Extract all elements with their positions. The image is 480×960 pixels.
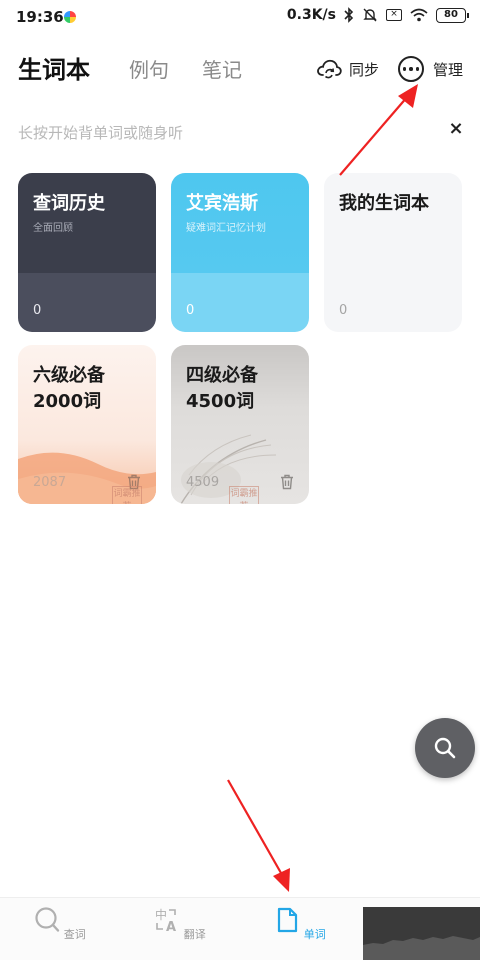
tab-vocabulary-book[interactable]: 生词本 <box>18 50 90 85</box>
card-title-line2: 2000词 <box>33 391 102 412</box>
tab-example-sentences[interactable]: 例句 <box>129 54 169 83</box>
nav-label: 翻译 <box>183 928 206 941</box>
overlay-thumbnail <box>363 907 480 960</box>
search-icon <box>35 907 60 932</box>
recommend-stamp: 词霸推荐 <box>112 486 142 504</box>
annotation-arrowhead-words <box>273 868 290 892</box>
header: 生词本 例句 笔记 同步 管理 <box>0 48 480 92</box>
annotation-arrow-words <box>227 779 282 874</box>
manage-label: 管理 <box>433 60 464 79</box>
card-title-line2: 4500词 <box>186 391 255 412</box>
card-title-line1: 四级必备 <box>186 365 258 386</box>
nav-item-translate[interactable]: 中 A 翻译 <box>140 906 220 942</box>
card-word-count: 4509 <box>186 475 220 490</box>
recommend-stamp: 词霸推荐 <box>229 486 259 504</box>
card-lookup-history[interactable]: 查词历史 全面回顾 0 <box>18 173 156 332</box>
nav-label: 查词 <box>63 928 86 941</box>
sim-card-icon: × <box>386 9 402 21</box>
annotation-arrow-manage <box>339 95 409 176</box>
status-bar: 19:36 0.3K/s × 80 <box>0 0 480 34</box>
card-title: 我的生词本 <box>339 193 429 214</box>
status-indicators: 0.3K/s × 80 <box>286 7 469 23</box>
floating-search-button[interactable] <box>415 718 475 778</box>
search-icon <box>434 737 456 759</box>
tip-text: 长按开始背单词或随身听 <box>18 124 184 142</box>
card-title: 艾宾浩斯 <box>186 193 258 214</box>
nav-item-lookup[interactable]: 查词 <box>20 906 100 942</box>
manage-button[interactable]: 管理 <box>398 56 463 82</box>
more-options-icon <box>398 56 424 82</box>
wifi-icon <box>410 8 428 22</box>
bluetooth-icon <box>344 7 354 23</box>
card-word-count: 0 <box>339 303 348 318</box>
mute-bell-icon <box>363 8 377 22</box>
cloud-sync-icon <box>317 59 342 79</box>
card-subtitle: 全面回顾 <box>33 223 73 234</box>
card-word-count: 0 <box>33 303 42 318</box>
card-cet6[interactable]: 六级必备 2000词 2087 词霸推荐 <box>18 345 156 504</box>
document-icon <box>278 907 298 933</box>
sync-label: 同步 <box>349 60 380 79</box>
card-cet4[interactable]: 四级必备 4500词 4509 词霸推荐 <box>171 345 309 504</box>
tab-notes[interactable]: 笔记 <box>202 54 242 83</box>
card-title-line1: 六级必备 <box>33 365 105 386</box>
waveform-image <box>363 936 480 960</box>
card-subtitle: 疑难词汇记忆计划 <box>186 223 266 234</box>
battery-icon: 80 <box>436 7 469 23</box>
vocabulary-screen: 19:36 0.3K/s × 80 生词本 例句 笔记 同步 管理 长按开始背单… <box>0 0 480 960</box>
trash-icon[interactable] <box>280 474 294 490</box>
svg-text:A: A <box>166 920 176 934</box>
close-tip-icon[interactable]: × <box>446 118 466 139</box>
sync-button[interactable]: 同步 <box>315 56 379 82</box>
card-my-vocabulary[interactable]: 我的生词本 0 <box>324 173 462 332</box>
app-notification-icon <box>64 11 76 23</box>
nav-item-words[interactable]: 单词 <box>260 906 340 942</box>
network-speed: 0.3K/s <box>286 7 336 23</box>
translate-icon: 中 A <box>155 907 176 935</box>
nav-label: 单词 <box>303 928 326 941</box>
card-word-count: 2087 <box>33 475 67 490</box>
card-word-count: 0 <box>186 303 195 318</box>
status-time: 19:36 <box>16 8 64 26</box>
card-title: 查词历史 <box>33 193 105 214</box>
card-ebbinghaus[interactable]: 艾宾浩斯 疑难词汇记忆计划 0 <box>171 173 309 332</box>
